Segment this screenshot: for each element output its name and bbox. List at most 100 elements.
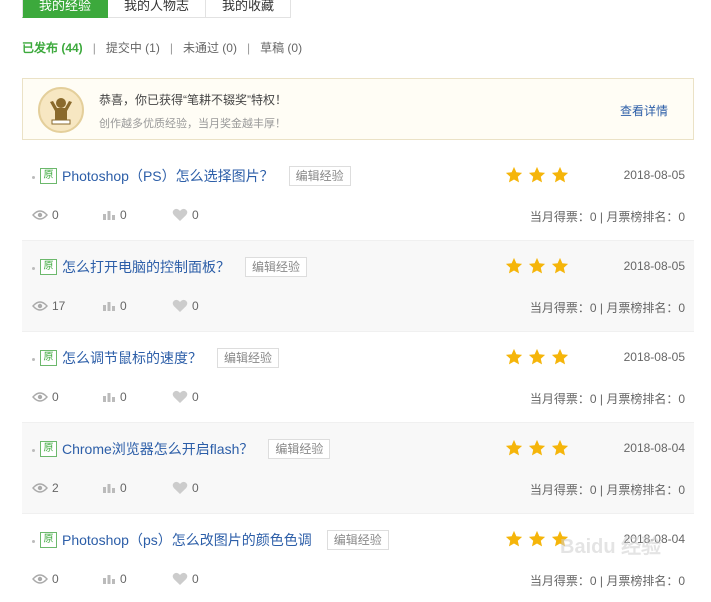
star-icon [551, 257, 569, 274]
bullet-dot [32, 267, 35, 270]
star-icon [505, 530, 523, 547]
star-icon [528, 257, 546, 274]
view-details-link[interactable]: 查看详情 [620, 102, 668, 119]
edit-experience-button[interactable]: 编辑经验 [217, 348, 280, 368]
rating-stars [505, 439, 574, 457]
bar-chart-icon [103, 484, 115, 493]
tab-my-favorites[interactable]: 我的收藏 [206, 0, 292, 18]
baidu-watermark: Baidu 经验 [560, 536, 662, 558]
eye-icon [32, 210, 48, 220]
filter-rejected[interactable]: 未通过 (0) [183, 39, 237, 56]
notice-title: 恭喜，你已获得“笔耕不辍奖”特权！ [99, 93, 287, 107]
votes-stat: 0 [102, 481, 172, 495]
monthly-rank: 当月得票：0 | 月票榜排名：0 [529, 392, 685, 406]
likes-count: 0 [192, 572, 199, 586]
star-icon [551, 166, 569, 183]
item-stats: 17 0 0 [32, 299, 242, 313]
bullet-dot [32, 358, 35, 361]
filter-submitting[interactable]: 提交中 (1) [106, 39, 160, 56]
likes-count: 0 [192, 390, 199, 404]
bar-chart-icon [103, 393, 115, 402]
star-icon [551, 348, 569, 365]
list-item: 原 怎么打开电脑的控制面板？ 编辑经验 2018-08-05 17 0 0 当月… [22, 241, 694, 332]
item-title-link[interactable]: 怎么打开电脑的控制面板？ [62, 257, 230, 277]
filter-separator: | [169, 40, 173, 55]
filter-separator: | [92, 40, 96, 55]
item-title-link[interactable]: Photoshop（PS）怎么选择图片？ [62, 166, 274, 186]
notice-subtitle: 创作越多优质经验，当月奖金越丰厚！ [99, 118, 286, 130]
views-count: 17 [52, 299, 66, 313]
views-count: 0 [52, 572, 59, 586]
item-title-row: 怎么调节鼠标的速度？ 编辑经验 [62, 348, 280, 368]
monthly-rank: 当月得票：0 | 月票榜排名：0 [529, 574, 685, 588]
star-icon [551, 439, 569, 456]
item-title-link[interactable]: 怎么调节鼠标的速度？ [62, 348, 202, 368]
eye-icon [32, 574, 48, 584]
likes-count: 0 [192, 208, 199, 222]
tab-bar: 我的经验 我的人物志 我的收藏 [22, 0, 292, 18]
votes-stat: 0 [102, 390, 172, 404]
item-date: 2018-08-05 [623, 350, 685, 364]
views-stat: 0 [32, 390, 102, 404]
eye-icon [32, 301, 48, 311]
likes-count: 0 [192, 481, 199, 495]
item-title-row: 怎么打开电脑的控制面板？ 编辑经验 [62, 257, 308, 277]
views-count: 2 [52, 481, 59, 495]
star-icon [528, 439, 546, 456]
monthly-rank: 当月得票：0 | 月票榜排名：0 [529, 483, 685, 497]
original-badge: 原 [40, 259, 57, 275]
star-icon [528, 530, 546, 547]
edit-experience-button[interactable]: 编辑经验 [268, 439, 331, 459]
star-icon [505, 439, 523, 456]
original-badge: 原 [40, 350, 57, 366]
votes-count: 0 [120, 299, 127, 313]
heart-icon [172, 299, 188, 312]
likes-stat: 0 [172, 481, 242, 495]
item-stats: 2 0 0 [32, 481, 242, 495]
filter-published[interactable]: 已发布 (44) [22, 39, 83, 56]
rating-stars [505, 166, 574, 184]
bullet-dot [32, 540, 35, 543]
views-stat: 17 [32, 299, 102, 313]
votes-count: 0 [120, 572, 127, 586]
edit-experience-button[interactable]: 编辑经验 [245, 257, 308, 277]
filter-separator: | [246, 40, 251, 55]
bar-chart-icon [103, 575, 115, 584]
list-item: 原 怎么调节鼠标的速度？ 编辑经验 2018-08-05 0 0 0 当月得票：… [22, 332, 694, 423]
bar-chart-icon [103, 211, 115, 220]
star-icon [528, 166, 546, 183]
star-icon [505, 257, 523, 274]
votes-stat: 0 [102, 572, 172, 586]
item-title-link[interactable]: Photoshop（ps）怎么改图片的颜色色调 [62, 530, 312, 550]
votes-count: 0 [120, 481, 127, 495]
filter-drafts[interactable]: 草稿 (0) [260, 39, 302, 56]
star-icon [505, 348, 523, 365]
star-icon [505, 166, 523, 183]
filter-bar: 已发布 (44) | 提交中 (1) | 未通过 (0) | 草稿 (0) [22, 39, 302, 56]
monthly-rank: 当月得票：0 | 月票榜排名：0 [529, 210, 685, 224]
tab-my-experience[interactable]: 我的经验 [22, 0, 109, 18]
bar-chart-icon [103, 302, 115, 311]
list-item: 原 Photoshop（PS）怎么选择图片？ 编辑经验 2018-08-05 0… [22, 150, 694, 241]
votes-stat: 0 [102, 208, 172, 222]
votes-count: 0 [120, 390, 127, 404]
rating-stars [505, 257, 574, 275]
item-date: 2018-08-04 [623, 441, 685, 455]
edit-experience-button[interactable]: 编辑经验 [326, 530, 389, 550]
edit-experience-button[interactable]: 编辑经验 [288, 166, 351, 186]
original-badge: 原 [40, 532, 57, 548]
views-stat: 2 [32, 481, 102, 495]
votes-count: 0 [120, 208, 127, 222]
page: 我的经验 我的人物志 我的收藏 已发布 (44) | 提交中 (1) | 未通过… [0, 0, 711, 602]
item-stats: 0 0 0 [32, 208, 242, 222]
star-icon [528, 348, 546, 365]
item-title-link[interactable]: Chrome浏览器怎么开启flash？ [62, 439, 253, 459]
list-item: 原 Chrome浏览器怎么开启flash？ 编辑经验 2018-08-04 2 … [22, 423, 694, 514]
tab-my-profile[interactable]: 我的人物志 [108, 0, 207, 18]
likes-stat: 0 [172, 208, 242, 222]
views-stat: 0 [32, 208, 102, 222]
original-badge: 原 [40, 168, 57, 184]
views-count: 0 [52, 208, 59, 222]
likes-count: 0 [192, 299, 199, 313]
votes-stat: 0 [102, 299, 172, 313]
